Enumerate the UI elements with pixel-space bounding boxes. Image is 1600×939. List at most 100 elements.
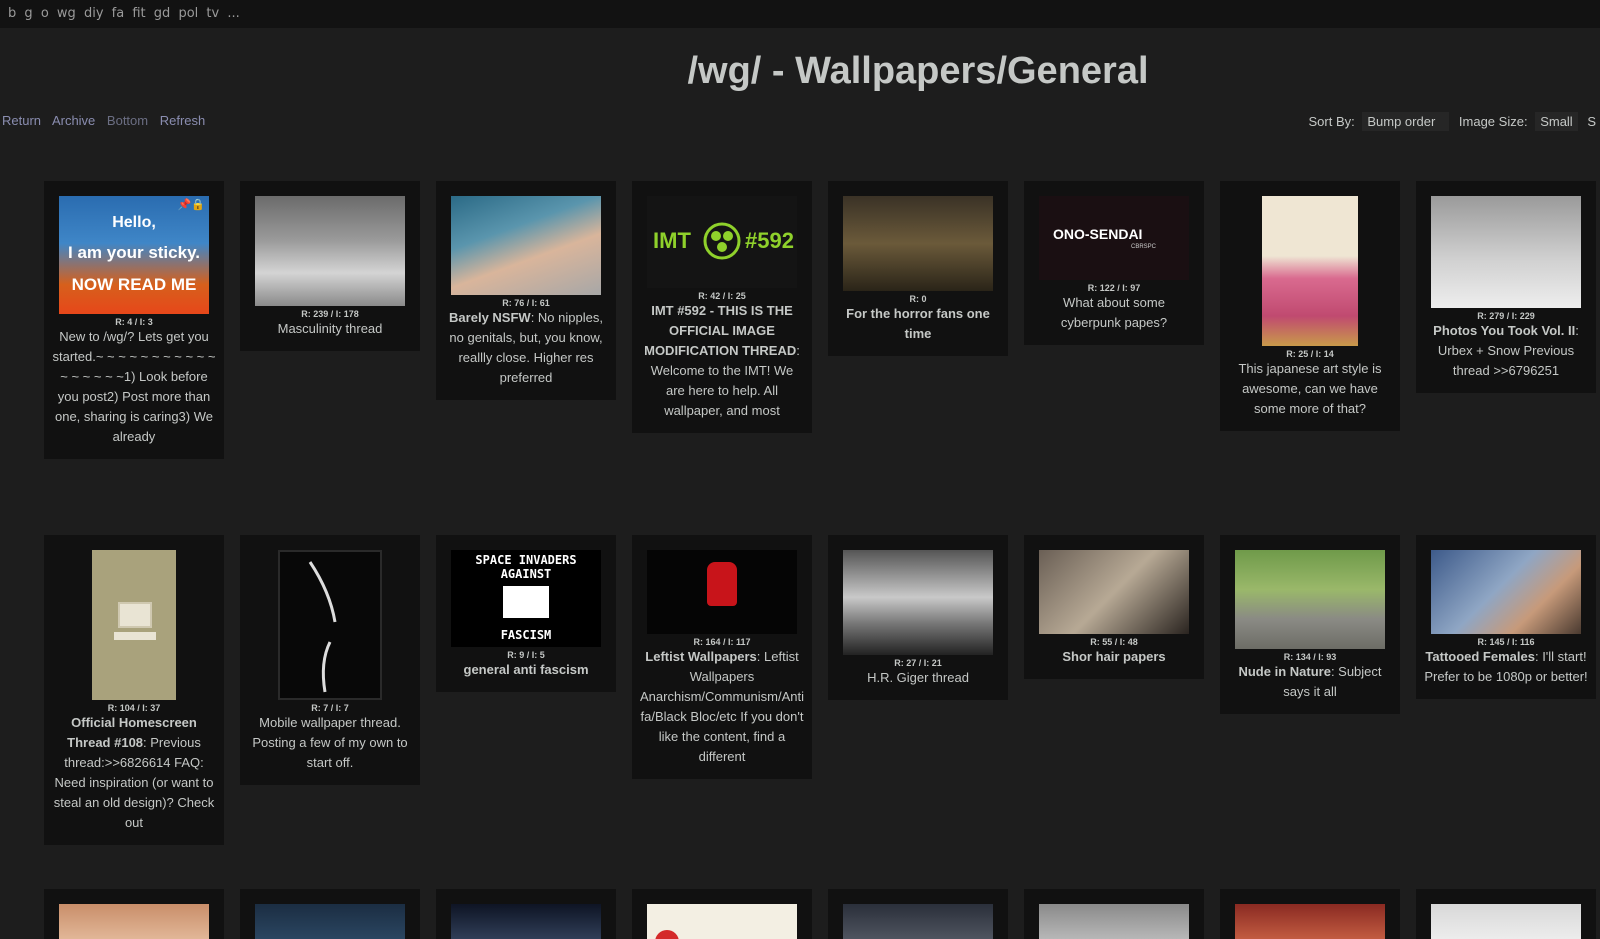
thread-thumbnail[interactable] bbox=[1431, 196, 1581, 308]
thread-card[interactable]: R: 145 / I: 116 Tattooed Females: I'll s… bbox=[1416, 535, 1596, 699]
thread-teaser: Barely NSFW: No nipples, no genitals, bu… bbox=[444, 308, 608, 388]
thread-card[interactable]: R: 134 / I: 93 Nude in Nature: Subject s… bbox=[1220, 535, 1400, 714]
thread-thumbnail[interactable] bbox=[1431, 904, 1581, 939]
thread-text: H.R. Giger thread bbox=[867, 670, 969, 685]
board-link-fa[interactable]: fa bbox=[112, 6, 125, 21]
thread-thumbnail[interactable] bbox=[647, 550, 797, 634]
thread-teaser: This japanese art style is awesome, can … bbox=[1228, 359, 1392, 419]
thread-thumbnail[interactable] bbox=[451, 196, 601, 295]
refresh-link[interactable]: Refresh bbox=[160, 113, 206, 128]
thread-teaser: H.R. Giger thread bbox=[836, 668, 1000, 688]
thread-thumbnail[interactable]: ONO-SENDAI CBRSPC bbox=[1039, 196, 1189, 280]
board-link-pol[interactable]: pol bbox=[178, 6, 198, 21]
thread-thumbnail[interactable] bbox=[843, 550, 993, 655]
thread-thumbnail[interactable] bbox=[92, 550, 176, 700]
thread-thumbnail[interactable] bbox=[843, 904, 993, 939]
thread-subject: IMT #592 - THIS IS THE OFFICIAL IMAGE MO… bbox=[644, 303, 797, 358]
thread-thumbnail[interactable] bbox=[1431, 550, 1581, 634]
thread-card[interactable] bbox=[240, 889, 420, 939]
thread-card[interactable]: R: 279 / I: 229 Photos You Took Vol. II:… bbox=[1416, 181, 1596, 393]
thread-stats: R: 122 / I: 97 bbox=[1087, 283, 1141, 293]
thread-thumbnail[interactable] bbox=[1039, 550, 1189, 634]
thread-stats: R: 164 / I: 117 bbox=[693, 637, 751, 647]
thread-card[interactable] bbox=[1416, 889, 1596, 939]
sort-select[interactable]: Bump order bbox=[1362, 112, 1450, 131]
board-link-diy[interactable]: diy bbox=[84, 6, 104, 21]
board-list-more[interactable]: ... bbox=[227, 6, 239, 21]
raised-fist-icon bbox=[707, 562, 737, 606]
thread-card[interactable]: R: 104 / I: 37 Official Homescreen Threa… bbox=[44, 535, 224, 845]
image-size-select[interactable]: Small bbox=[1535, 112, 1578, 131]
thread-card[interactable] bbox=[436, 889, 616, 939]
thread-thumbnail[interactable] bbox=[1262, 196, 1358, 346]
thread-teaser: For the horror fans one time bbox=[836, 304, 1000, 344]
board-link-b[interactable]: b bbox=[8, 6, 16, 21]
thread-teaser: general anti fascism bbox=[444, 660, 608, 680]
thread-thumbnail[interactable]: SPACE INVADERS AGAINST FASCISM bbox=[451, 550, 601, 647]
sticky-line-1: Hello, bbox=[112, 214, 156, 231]
catalog-controls: Sort By: Bump order Image Size: Small S bbox=[1308, 112, 1600, 131]
thread-card[interactable]: R: 0 For the horror fans one time bbox=[828, 181, 1008, 356]
board-link-gd[interactable]: gd bbox=[154, 6, 171, 21]
thread-card[interactable]: R: 55 / I: 48 Shor hair papers bbox=[1024, 535, 1204, 679]
thread-text: What about some cyberpunk papes? bbox=[1060, 295, 1168, 330]
thread-teaser: What about some cyberpunk papes? bbox=[1032, 293, 1196, 333]
thread-card[interactable]: SPACE INVADERS AGAINST FASCISM R: 9 / I:… bbox=[436, 535, 616, 692]
thread-card[interactable]: R: 164 / I: 117 Leftist Wallpapers: Left… bbox=[632, 535, 812, 779]
thread-card[interactable]: R: 25 / I: 14 This japanese art style is… bbox=[1220, 181, 1400, 431]
thread-teaser: New to /wg/? Lets get you started.~ ~ ~ … bbox=[52, 327, 216, 447]
thread-text: New to /wg/? Lets get you started.~ ~ ~ … bbox=[52, 329, 216, 444]
thread-stats: R: 4 / I: 3 bbox=[115, 317, 153, 327]
sort-label: Sort By: bbox=[1308, 114, 1355, 129]
invaders-top-text: SPACE INVADERS AGAINST bbox=[475, 553, 577, 581]
board-link-wg[interactable]: wg bbox=[57, 6, 76, 21]
thread-card[interactable] bbox=[1220, 889, 1400, 939]
thread-thumbnail[interactable]: IMT #592 bbox=[647, 196, 797, 288]
show-option-label: S bbox=[1587, 114, 1596, 129]
thread-card[interactable]: ONO-SENDAI CBRSPC R: 122 / I: 97 What ab… bbox=[1024, 181, 1204, 345]
thread-teaser: Shor hair papers bbox=[1032, 647, 1196, 667]
thread-stats: R: 134 / I: 93 bbox=[1283, 652, 1337, 662]
thread-card[interactable] bbox=[44, 889, 224, 939]
thread-thumbnail[interactable] bbox=[451, 904, 601, 939]
return-link[interactable]: Return bbox=[2, 113, 41, 128]
thread-stats: R: 7 / I: 7 bbox=[311, 703, 349, 713]
thread-thumbnail[interactable] bbox=[255, 196, 405, 306]
thread-card[interactable]: R: 239 / I: 178 Masculinity thread bbox=[240, 181, 420, 351]
thread-stats: R: 239 / I: 178 bbox=[301, 309, 359, 319]
board-link-g[interactable]: g bbox=[24, 6, 32, 21]
thread-thumbnail[interactable] bbox=[843, 196, 993, 291]
ono-sendai-logo: ONO-SENDAI bbox=[1053, 226, 1143, 242]
thread-stats: R: 9 / I: 5 bbox=[507, 650, 545, 660]
board-link-o[interactable]: o bbox=[41, 6, 49, 21]
thread-teaser: Official Homescreen Thread #108: Previou… bbox=[52, 713, 216, 833]
archive-link[interactable]: Archive bbox=[52, 113, 95, 128]
thread-card[interactable]: R: 7 / I: 7 Mobile wallpaper thread. Pos… bbox=[240, 535, 420, 785]
thread-subject: Shor hair papers bbox=[1062, 649, 1166, 664]
thread-subject: general anti fascism bbox=[463, 662, 589, 677]
board-title: /wg/ - Wallpapers/General bbox=[687, 50, 1149, 92]
bottom-link[interactable]: Bottom bbox=[107, 113, 148, 128]
thread-card[interactable]: R: 27 / I: 21 H.R. Giger thread bbox=[828, 535, 1008, 700]
thread-text: Mobile wallpaper thread. Posting a few o… bbox=[252, 715, 408, 770]
board-link-tv[interactable]: tv bbox=[206, 6, 219, 21]
thread-thumbnail[interactable] bbox=[255, 904, 405, 939]
thread-stats: R: 279 / I: 229 bbox=[1477, 311, 1535, 321]
thread-card-sticky[interactable]: 📌🔒 Hello, I am your sticky. NOW READ ME … bbox=[44, 181, 224, 459]
thread-thumbnail[interactable] bbox=[1235, 550, 1385, 649]
thread-card[interactable] bbox=[632, 889, 812, 939]
thread-teaser: Tattooed Females: I'll start! Prefer to … bbox=[1424, 647, 1588, 687]
thread-stats: R: 42 / I: 25 bbox=[698, 291, 746, 301]
thread-thumbnail[interactable] bbox=[647, 904, 797, 939]
thread-thumbnail[interactable] bbox=[59, 904, 209, 939]
thread-card[interactable]: IMT #592 R: 42 / I: 25 IMT #592 - THIS I… bbox=[632, 181, 812, 433]
thread-thumbnail[interactable] bbox=[1039, 904, 1189, 939]
thread-card[interactable] bbox=[1024, 889, 1204, 939]
thread-text: : Leftist Wallpapers Anarchism/Communism… bbox=[640, 649, 804, 764]
thread-card[interactable] bbox=[828, 889, 1008, 939]
thread-card[interactable]: R: 76 / I: 61 Barely NSFW: No nipples, n… bbox=[436, 181, 616, 400]
thread-thumbnail[interactable] bbox=[1235, 904, 1385, 939]
thread-thumbnail[interactable] bbox=[278, 550, 382, 700]
board-link-fit[interactable]: fit bbox=[132, 6, 145, 21]
thread-thumbnail[interactable]: 📌🔒 Hello, I am your sticky. NOW READ ME bbox=[59, 196, 209, 314]
